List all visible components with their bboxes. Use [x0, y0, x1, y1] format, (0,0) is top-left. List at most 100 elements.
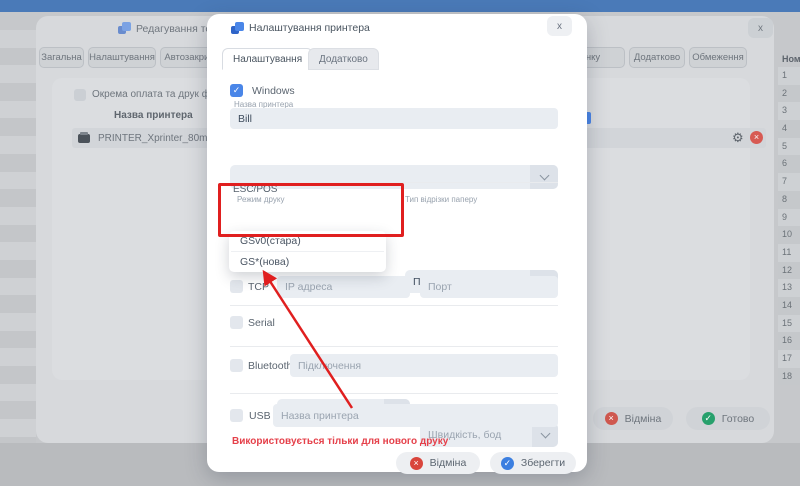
tcp-port-placeholder: Порт — [428, 281, 452, 293]
annotation-highlight-rect — [218, 183, 404, 237]
paper-cut-label: Тип відрізки паперу — [405, 195, 477, 204]
done-check-icon: ✓ — [702, 412, 715, 425]
table-stripe — [0, 278, 36, 296]
table-row: 11 — [778, 244, 800, 262]
tab-printer-advanced[interactable]: Додатково — [308, 48, 379, 70]
menu-option-gs-new[interactable]: GS*(нова) — [229, 252, 386, 272]
table-row: 5 — [778, 138, 800, 156]
table-stripe — [0, 172, 36, 190]
number-column-header: Ном — [778, 52, 800, 67]
table-stripe — [0, 366, 36, 384]
printer-cancel-label: Відміна — [430, 457, 467, 469]
table-stripe — [0, 260, 36, 278]
table-stripe — [0, 401, 36, 419]
table-row: 12 — [778, 262, 800, 280]
table-stripe — [0, 419, 36, 437]
windows-label: Windows — [252, 85, 295, 97]
usb-checkbox[interactable] — [230, 409, 243, 422]
row-numbers: 123456789101112131415161718 — [778, 67, 800, 385]
table-stripe — [0, 225, 36, 243]
table-row: 10 — [778, 226, 800, 244]
printer-table-header: Назва принтера — [114, 110, 193, 121]
table-stripe — [0, 154, 36, 172]
background-number-table: Ном 123456789101112131415161718 — [778, 52, 800, 385]
gear-icon[interactable]: ⚙ — [732, 131, 744, 144]
table-row: 15 — [778, 315, 800, 333]
cancel-x-icon: × — [605, 412, 618, 425]
chevron-down-icon[interactable] — [530, 165, 558, 189]
fiscal-checkbox[interactable] — [74, 89, 86, 101]
table-stripe — [0, 189, 36, 207]
tab-printer-settings[interactable]: Налаштування — [222, 48, 313, 70]
tab-zagalna[interactable]: Загальна — [39, 47, 84, 68]
table-row: 2 — [778, 85, 800, 103]
table-stripe — [0, 65, 36, 83]
printer-close-button[interactable]: x — [547, 16, 572, 36]
table-stripe — [0, 207, 36, 225]
tcp-ip-placeholder: IP адреса — [285, 281, 332, 293]
table-stripe — [0, 313, 36, 331]
printer-cancel-button[interactable]: × Відміна — [396, 452, 480, 474]
delete-row-icon[interactable]: × — [750, 131, 763, 144]
table-stripe — [0, 83, 36, 101]
usb-name-placeholder: Назва принтера — [281, 410, 359, 422]
windows-checkbox[interactable]: ✓ — [230, 84, 243, 97]
tab-dodatkovo[interactable]: Додатково — [629, 47, 685, 68]
table-stripe — [0, 30, 36, 48]
cancel-x-icon: × — [410, 457, 423, 470]
top-bar — [0, 0, 800, 12]
warning-text: Використовується тільки для нового друку — [232, 436, 448, 447]
table-stripe — [0, 136, 36, 154]
tcp-ip-input[interactable]: IP адреса — [277, 276, 410, 298]
terminal-close-button[interactable]: x — [748, 18, 773, 38]
tcp-port-input[interactable]: Порт — [420, 276, 558, 298]
table-stripe — [0, 384, 36, 402]
printer-settings-dialog: Налаштування принтера x Налаштування Дод… — [207, 14, 587, 472]
tab-obmezhennya[interactable]: Обмеження — [689, 47, 747, 68]
table-stripe — [0, 242, 36, 260]
usb-name-input[interactable]: Назва принтера — [273, 404, 558, 427]
terminal-done-label: Готово — [722, 413, 754, 425]
tcp-label: TCP — [248, 281, 269, 293]
bluetooth-label: Bluetooth — [248, 360, 292, 372]
terminal-done-button[interactable]: ✓ Готово — [686, 407, 770, 430]
table-row: 7 — [778, 173, 800, 191]
printer-name-value: Bill — [238, 113, 252, 125]
bluetooth-connection-input[interactable]: Підключення — [290, 354, 558, 377]
table-row: 6 — [778, 155, 800, 173]
table-row: 4 — [778, 120, 800, 138]
table-stripe — [0, 295, 36, 313]
dialog-icon — [231, 22, 244, 35]
table-stripe — [0, 118, 36, 136]
table-row: 8 — [778, 191, 800, 209]
serial-label: Serial — [248, 317, 275, 329]
divider — [230, 305, 558, 306]
table-row: 18 — [778, 368, 800, 386]
printer-icon — [78, 134, 90, 143]
divider — [230, 346, 558, 347]
table-row: 14 — [778, 297, 800, 315]
table-row: 1 — [778, 67, 800, 85]
tcp-checkbox[interactable] — [230, 280, 243, 293]
printer-save-label: Зберегти — [521, 457, 565, 469]
terminal-cancel-button[interactable]: × Відміна — [593, 407, 673, 430]
table-stripe — [0, 101, 36, 119]
table-stripe — [0, 331, 36, 349]
table-row: 9 — [778, 209, 800, 227]
table-row: 3 — [778, 102, 800, 120]
divider — [230, 393, 558, 394]
printer-save-button[interactable]: ✓ Зберегти — [490, 452, 576, 474]
dialog-icon — [118, 22, 131, 35]
table-row: 16 — [778, 332, 800, 350]
printer-name-input[interactable]: Bill — [230, 108, 558, 129]
table-stripe — [0, 48, 36, 66]
table-row: 17 — [778, 350, 800, 368]
serial-checkbox[interactable] — [230, 316, 243, 329]
terminal-cancel-label: Відміна — [625, 413, 662, 425]
bluetooth-connection-placeholder: Підключення — [298, 360, 361, 372]
table-stripe — [0, 348, 36, 366]
tab-nalashtuvannya[interactable]: Налаштування — [88, 47, 156, 68]
printer-dialog-title: Налаштування принтера — [249, 22, 370, 34]
bluetooth-checkbox[interactable] — [230, 359, 243, 372]
background-table-stripes — [0, 30, 36, 443]
